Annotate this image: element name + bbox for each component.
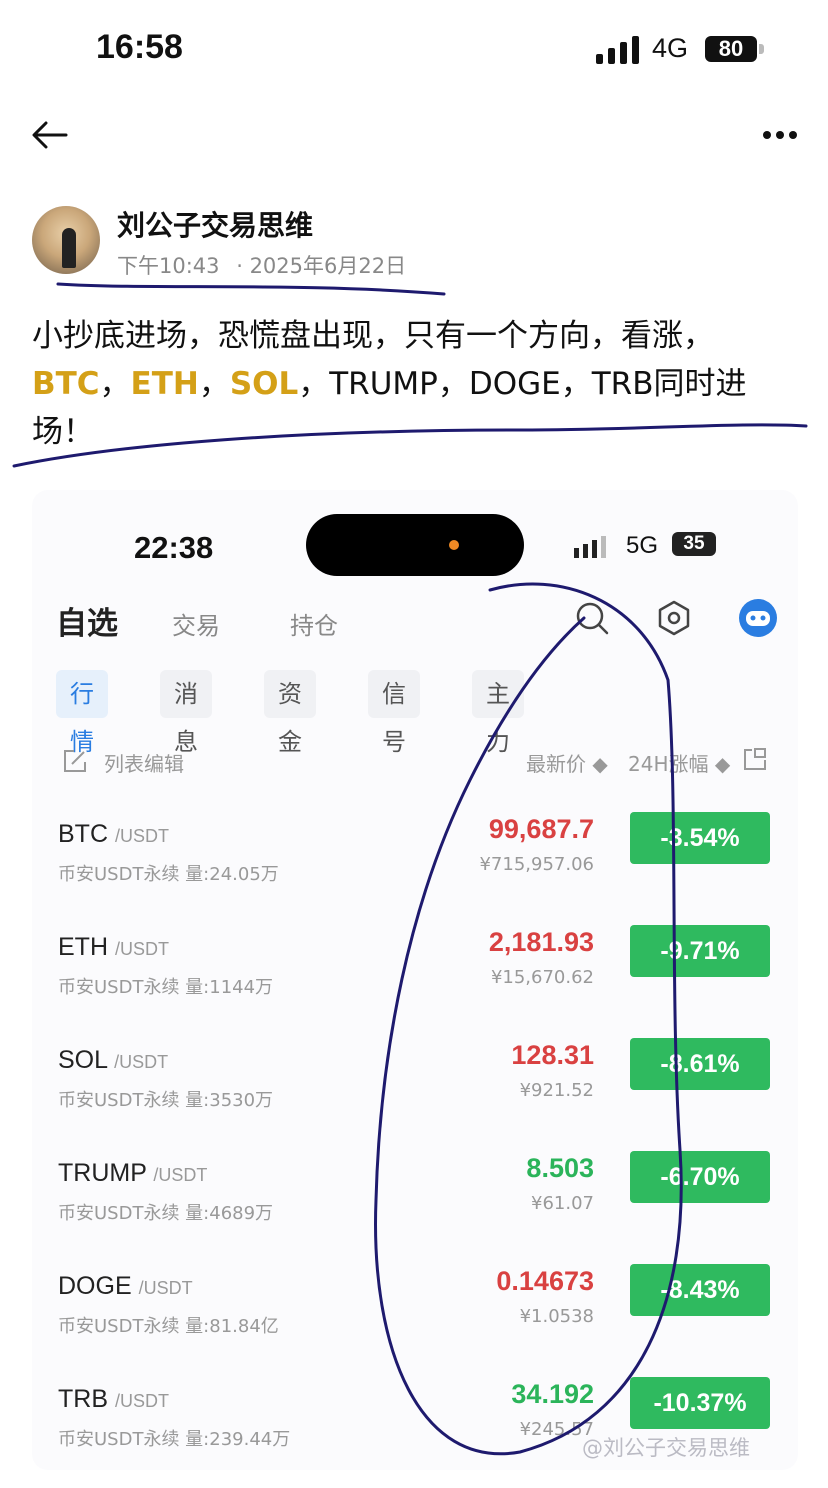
top-nav (0, 110, 828, 160)
post-line-2: BTC，ETH，SOL，TRUMP，DOGE，TRB同时进 (32, 360, 802, 408)
symbol-name: TRB (58, 1385, 108, 1413)
ticker-row[interactable]: DOGE /USDT 币安USDT永续 量:81.84亿 0.14673 ¥1.053… (32, 1264, 798, 1385)
status-time: 16:58 (96, 28, 183, 66)
ticker-symbol: ETH /USDT (58, 933, 169, 962)
volume-label: 币安USDT永续 量:4689万 (58, 1203, 274, 1224)
cny-price: ¥715,957.06 (479, 854, 594, 875)
ticker-symbol: BTC /USDT (58, 820, 169, 849)
app-tabs: 自选 交易 持仓 (32, 598, 798, 658)
last-price: 99,687.7 (488, 814, 594, 844)
tab-positions[interactable]: 持仓 (290, 606, 338, 641)
post-meta: 下午10:43 · 2025年6月22日 (117, 250, 416, 280)
quote-asset: /USDT (114, 826, 169, 846)
quote-asset: /USDT (114, 1052, 169, 1072)
cny-price: ¥1.0538 (519, 1306, 594, 1327)
ticker-row[interactable]: BTC /USDT 币安USDT永续 量:24.05万 99,687.7 ¥715,9… (32, 812, 798, 933)
change-badge[interactable]: -8.43% (630, 1264, 770, 1316)
volume-label: 币安USDT永续 量:24.05万 (58, 864, 279, 885)
cny-price: ¥61.07 (531, 1193, 594, 1214)
ticker-symbol: DOGE /USDT (58, 1272, 193, 1301)
battery-tip (759, 44, 764, 54)
author-name[interactable]: 刘公子交易思维 (117, 204, 313, 244)
watermark: @刘公子交易思维 (582, 1436, 750, 1460)
embedded-screenshot[interactable]: 22:38 5G 35 自选 交易 持仓 行情 消息 资金 信号 主力 列表编辑… (32, 490, 798, 1470)
recording-dot (449, 540, 459, 550)
more-icon[interactable] (762, 130, 798, 140)
sort-price-button[interactable]: 最新价 ◆ (526, 748, 608, 777)
cny-price: ¥921.52 (519, 1080, 594, 1101)
search-icon[interactable] (572, 598, 612, 638)
post-line-1: 小抄底进场，恐慌盘出现，只有一个方向，看涨， (32, 318, 714, 354)
ticker-symbol: SOL /USDT (58, 1046, 168, 1075)
avatar-figure (62, 228, 76, 268)
post-date: · 2025年6月22日 (236, 254, 407, 278)
ticker-symbol: TRUMP /USDT (58, 1159, 207, 1188)
list-edit-button[interactable]: 列表编辑 (104, 748, 184, 777)
change-badge[interactable]: -9.71% (630, 925, 770, 977)
post-line-2-rest: TRUMP，DOGE，TRB同时进 (329, 366, 747, 402)
cny-price: ¥15,670.62 (490, 967, 594, 988)
change-badge[interactable]: -6.70% (630, 1151, 770, 1203)
author-avatar[interactable] (32, 206, 100, 274)
quote-asset: /USDT (138, 1278, 193, 1298)
network-label: 4G (652, 33, 689, 63)
separator: ， (298, 366, 330, 402)
post-text: 小抄底进场，恐慌盘出现，只有一个方向，看涨， BTC，ETH，SOL，TRUMP… (32, 312, 802, 456)
separator: ， (99, 366, 131, 402)
ticker-row[interactable]: ETH /USDT 币安USDT永续 量:1144万 2,181.93 ¥15,670… (32, 925, 798, 1046)
last-price: 8.503 (526, 1153, 594, 1183)
volume-label: 币安USDT永续 量:239.44万 (58, 1429, 291, 1450)
ticker-row[interactable]: SOL /USDT 币安USDT永续 量:3530万 128.31 ¥921.52 -8… (32, 1038, 798, 1159)
inner-network-label: 5G (626, 532, 659, 559)
coin-highlight[interactable]: BTC (32, 366, 100, 402)
volume-label: 币安USDT永续 量:3530万 (58, 1090, 274, 1111)
list-header: 列表编辑 最新价 ◆ 24H涨幅 ◆ (32, 746, 798, 780)
assistant-bot-icon[interactable] (738, 598, 778, 638)
subtab-market[interactable]: 行情 (56, 670, 108, 756)
tab-trade[interactable]: 交易 (172, 606, 220, 641)
symbol-name: BTC (58, 820, 108, 848)
symbol-name: TRUMP (58, 1159, 147, 1187)
last-price: 128.31 (511, 1040, 594, 1070)
ticker-row[interactable]: TRUMP /USDT 币安USDT永续 量:4689万 8.503 ¥61.07 -6… (32, 1151, 798, 1272)
inner-battery-icon: 35 (672, 532, 716, 556)
symbol-name: ETH (58, 933, 108, 961)
ticker-symbol: TRB /USDT (58, 1385, 169, 1414)
subtab-funds[interactable]: 资金 (264, 670, 316, 756)
inner-signal-icon (574, 536, 606, 558)
post-time: 下午10:43 (117, 254, 220, 278)
back-arrow-icon[interactable] (30, 118, 70, 152)
last-price: 0.14673 (496, 1266, 594, 1296)
quote-asset: /USDT (153, 1165, 208, 1185)
symbol-name: SOL (58, 1046, 108, 1074)
quote-asset: /USDT (114, 939, 169, 959)
coin-highlight[interactable]: ETH (131, 366, 199, 402)
share-icon[interactable] (742, 746, 768, 772)
battery-icon: 80 (705, 36, 757, 62)
last-price: 2,181.93 (488, 927, 594, 957)
volume-label: 币安USDT永续 量:1144万 (58, 977, 274, 998)
subtab-signals[interactable]: 信号 (368, 670, 420, 756)
change-badge[interactable]: -10.37% (630, 1377, 770, 1429)
quote-asset: /USDT (114, 1391, 169, 1411)
signal-icon (596, 36, 639, 64)
change-badge[interactable]: -3.54% (630, 812, 770, 864)
tab-watchlist[interactable]: 自选 (56, 598, 118, 643)
separator: ， (198, 366, 230, 402)
change-badge[interactable]: -8.61% (630, 1038, 770, 1090)
subtab-news[interactable]: 消息 (160, 670, 212, 756)
edit-icon[interactable] (62, 748, 88, 774)
settings-icon[interactable] (654, 598, 694, 638)
symbol-name: DOGE (58, 1272, 132, 1300)
subtab-main-force[interactable]: 主力 (472, 670, 524, 756)
coin-highlight[interactable]: SOL (230, 366, 298, 402)
sort-change-button[interactable]: 24H涨幅 ◆ (628, 748, 730, 777)
dynamic-island (306, 514, 524, 576)
last-price: 34.192 (511, 1379, 594, 1409)
volume-label: 币安USDT永续 量:81.84亿 (58, 1316, 279, 1337)
status-bar: 16:58 4G 80 (0, 0, 828, 100)
underline-annotation (56, 282, 446, 296)
post-line-3: 场！ (32, 414, 94, 450)
inner-status-time: 22:38 (134, 530, 214, 565)
